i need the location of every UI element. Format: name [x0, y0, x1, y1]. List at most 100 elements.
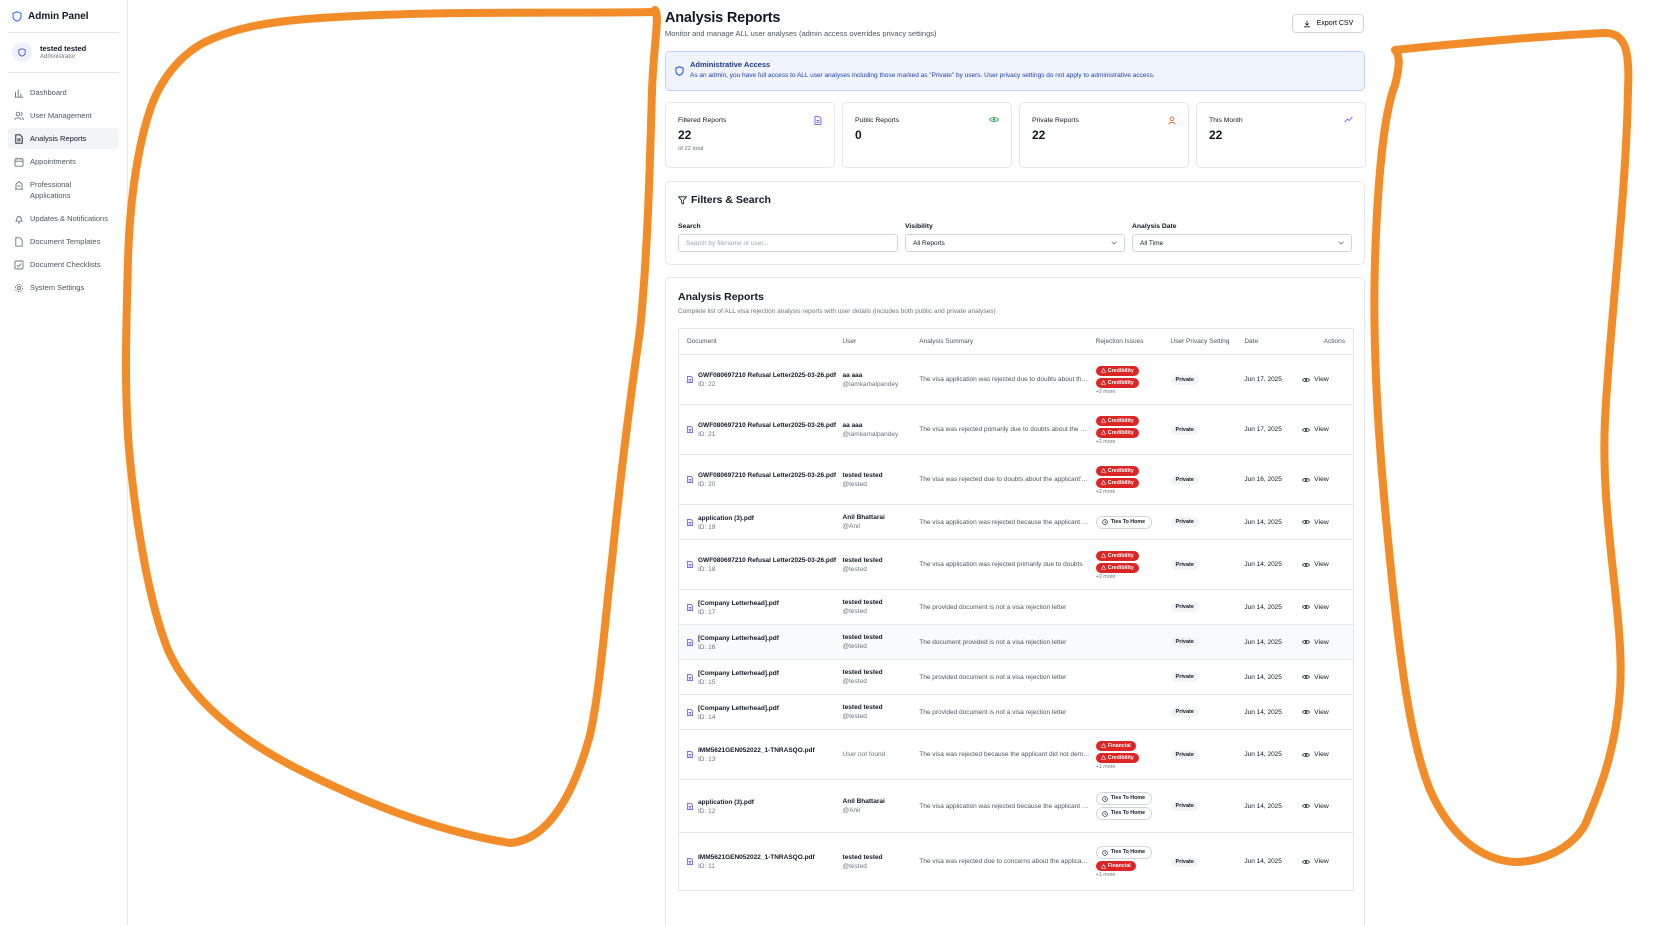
view-label: View [1314, 858, 1329, 865]
search-label: Search [678, 223, 701, 230]
alert-triangle-icon [1100, 468, 1106, 473]
sidebar-item-appointments[interactable]: Appointments [8, 151, 119, 172]
document-name[interactable]: GWF080697210 Refusal Letter2025-03-26.pd… [698, 471, 836, 480]
user-handle: @tested [842, 608, 867, 615]
table-row[interactable]: [Company Letterhead].pdf ID: 15 tested tes… [679, 660, 1353, 695]
document-icon [687, 673, 693, 681]
sidebar: Admin Panel tested tested Administrator … [0, 0, 128, 925]
search-input[interactable]: Search by filename or user... [678, 234, 898, 252]
rejection-issues: Ties To Home [1095, 515, 1171, 530]
view-button[interactable]: View [1302, 519, 1353, 526]
report-date: Jun 14, 2025 [1244, 802, 1282, 810]
table-row[interactable]: application (3).pdf ID: 19 Anil Bhattarai @… [679, 505, 1353, 540]
table-row[interactable]: IMM5621GEN052022_1-TNRASQO.pdf ID: 11 test… [679, 833, 1353, 891]
visibility-value: All Reports [913, 239, 945, 247]
stat-this-month: This Month 22 [1196, 102, 1366, 168]
export-csv-button[interactable]: Export CSV [1292, 14, 1364, 33]
report-date: Jun 14, 2025 [1244, 561, 1282, 568]
document-name[interactable]: GWF080697210 Refusal Letter2025-03-26.pd… [698, 421, 836, 430]
analysis-summary: The visa was rejected due to concerns ab… [919, 858, 1096, 865]
issue-badge: Ties To Home [1095, 807, 1152, 820]
table-row[interactable]: IMM5621GEN052022_1-TNRASQO.pdf ID: 13 User… [679, 730, 1353, 780]
rejection-issues: Financial Credibility +1 more [1095, 740, 1171, 770]
view-button[interactable]: View [1302, 674, 1353, 681]
view-button[interactable]: View [1302, 858, 1353, 865]
document-name[interactable]: GWF080697210 Refusal Letter2025-03-26.pd… [698, 556, 836, 565]
sidebar-item-updates-notifications[interactable]: Updates & Notifications [8, 208, 119, 229]
document-id: ID: 16 [698, 643, 716, 651]
document-name[interactable]: application (3).pdf [698, 798, 754, 807]
stat-filtered-reports: Filtered Reports 22 of 22 total [665, 102, 835, 168]
user-handle: @Anil [842, 807, 860, 814]
sidebar-item-document-templates[interactable]: Document Templates [8, 231, 119, 252]
document-name[interactable]: [Company Letterhead].pdf [698, 599, 779, 608]
table-row[interactable]: [Company Letterhead].pdf ID: 17 tested tes… [679, 590, 1353, 625]
brand-title: Admin Panel [28, 10, 89, 22]
view-button[interactable]: View [1302, 561, 1353, 568]
view-button[interactable]: View [1302, 476, 1353, 483]
rejection-issues: Credibility Credibility +2 more [1095, 465, 1171, 495]
view-label: View [1314, 603, 1329, 611]
analysis-summary: The provided document is not a visa reje… [919, 603, 1067, 611]
shield-icon [18, 47, 26, 57]
document-icon [814, 116, 822, 125]
issue-badge: Credibility [1095, 415, 1139, 426]
issue-badge: Credibility [1095, 377, 1139, 388]
view-label: View [1314, 708, 1329, 716]
eye-icon [989, 117, 999, 122]
alert-triangle-icon [1100, 418, 1106, 423]
sidebar-item-dashboard[interactable]: Dashboard [8, 82, 119, 103]
sidebar-item-system-settings[interactable]: System Settings [8, 277, 119, 298]
sidebar-item-analysis-reports[interactable]: Analysis Reports [8, 128, 119, 149]
sidebar-item-user-management[interactable]: User Management [8, 105, 119, 126]
view-button[interactable]: View [1302, 639, 1353, 646]
col-date: Date [1244, 338, 1259, 345]
document-name[interactable]: [Company Letterhead].pdf [698, 669, 779, 678]
stat-note: of 22 total [678, 146, 704, 152]
privacy-badge: Private [1170, 672, 1199, 682]
alert-triangle-icon [1100, 430, 1106, 435]
col-privacy: User Privacy Setting [1170, 338, 1230, 345]
view-button[interactable]: View [1302, 426, 1353, 433]
visibility-select[interactable]: All Reports [905, 234, 1125, 252]
view-button[interactable]: View [1302, 803, 1353, 810]
privacy-badge: Private [1170, 707, 1199, 717]
table-row[interactable]: GWF080697210 Refusal Letter2025-03-26.pd… [679, 405, 1353, 455]
sidebar-nav: Dashboard User Management Analysis Reports… [0, 82, 127, 298]
current-user: tested tested Administrator [0, 33, 127, 72]
document-name[interactable]: IMM5621GEN052022_1-TNRASQO.pdf [698, 853, 815, 862]
more-issues: +1 more [1095, 763, 1116, 770]
reports-table: Document User Analysis Summary Rejection… [678, 328, 1354, 891]
table-row[interactable]: [Company Letterhead].pdf ID: 14 tested tes… [679, 695, 1353, 730]
document-name[interactable]: application (3).pdf [698, 514, 754, 523]
chevron-down-icon [1111, 241, 1117, 245]
view-button[interactable]: View [1302, 751, 1353, 758]
table-row[interactable]: GWF080697210 Refusal Letter2025-03-26.pd… [679, 355, 1353, 405]
table-row[interactable]: application (3).pdf ID: 12 Anil Bhattarai @… [679, 780, 1353, 833]
table-row[interactable]: GWF080697210 Refusal Letter2025-03-26.pd… [679, 455, 1353, 505]
report-date: Jun 17, 2025 [1244, 376, 1282, 383]
table-row[interactable]: [Company Letterhead].pdf ID: 16 tested tes… [679, 625, 1353, 660]
document-icon [687, 561, 693, 568]
document-id: ID: 20 [698, 481, 716, 488]
page-title: Analysis Reports [665, 10, 781, 26]
document-name[interactable]: [Company Letterhead].pdf [698, 634, 779, 643]
document-name[interactable]: IMM5621GEN052022_1-TNRASQO.pdf [698, 746, 815, 755]
table-row[interactable]: GWF080697210 Refusal Letter2025-03-26.pd… [679, 540, 1353, 590]
view-button[interactable]: View [1302, 376, 1353, 383]
view-button[interactable]: View [1302, 604, 1353, 611]
date-select[interactable]: All Time [1132, 234, 1352, 252]
stat-value: 0 [855, 128, 862, 142]
report-date: Jun 14, 2025 [1244, 518, 1282, 526]
document-name[interactable]: GWF080697210 Refusal Letter2025-03-26.pd… [698, 371, 836, 380]
view-label: View [1314, 673, 1329, 681]
document-name[interactable]: [Company Letterhead].pdf [698, 704, 779, 713]
view-label: View [1314, 518, 1329, 526]
user-name: aa aaa [842, 421, 863, 429]
view-button[interactable]: View [1302, 709, 1353, 716]
rejection-issues: Ties To Home Ties To Home [1095, 791, 1171, 821]
sidebar-item-document-checklists[interactable]: Document Checklists [8, 254, 119, 275]
sidebar-item-professional-applications[interactable]: Professional Applications [8, 174, 119, 206]
shield-icon [12, 10, 22, 22]
stat-label: Public Reports [855, 117, 900, 124]
